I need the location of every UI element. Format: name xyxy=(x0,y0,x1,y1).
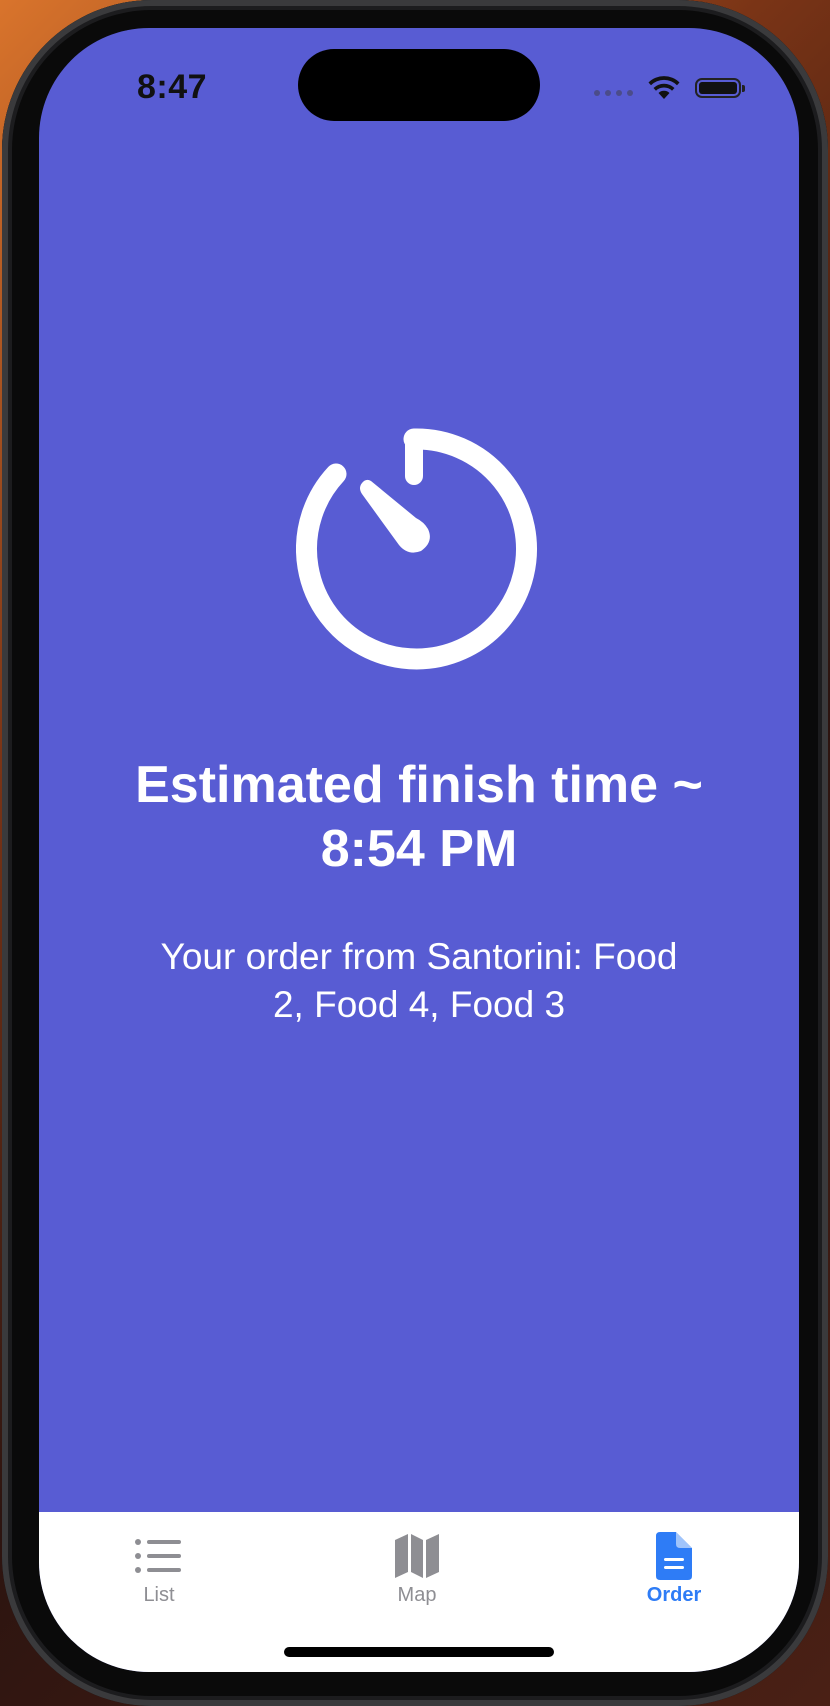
status-time: 8:47 xyxy=(137,68,208,106)
tab-order-label: Order xyxy=(646,1584,702,1606)
order-summary: Your order from Santorini: Food 2, Food … xyxy=(160,936,678,1025)
list-icon xyxy=(135,1539,181,1573)
document-icon xyxy=(656,1532,692,1580)
map-icon xyxy=(395,1534,439,1578)
tab-list[interactable]: List xyxy=(89,1532,229,1612)
home-indicator[interactable] xyxy=(284,1647,554,1657)
tab-list-label: List xyxy=(143,1584,175,1606)
tab-map[interactable]: Map xyxy=(347,1532,487,1612)
cellular-signal-icon xyxy=(594,90,633,96)
battery-icon xyxy=(695,78,745,98)
app-screen: 8:47 Estimated finish time ~ 8:54 PM You… xyxy=(39,28,799,1672)
phone-frame: 8:47 Estimated finish time ~ 8:54 PM You… xyxy=(2,0,828,1706)
tab-map-label: Map xyxy=(397,1584,437,1606)
dynamic-island xyxy=(298,49,540,121)
eta-title: Estimated finish time ~ 8:54 PM xyxy=(135,756,703,878)
timer-icon xyxy=(296,428,537,670)
tab-bar: List Map Order xyxy=(39,1512,799,1672)
wifi-icon xyxy=(648,76,680,99)
status-icons xyxy=(594,72,745,104)
tab-order[interactable]: Order xyxy=(604,1532,744,1612)
